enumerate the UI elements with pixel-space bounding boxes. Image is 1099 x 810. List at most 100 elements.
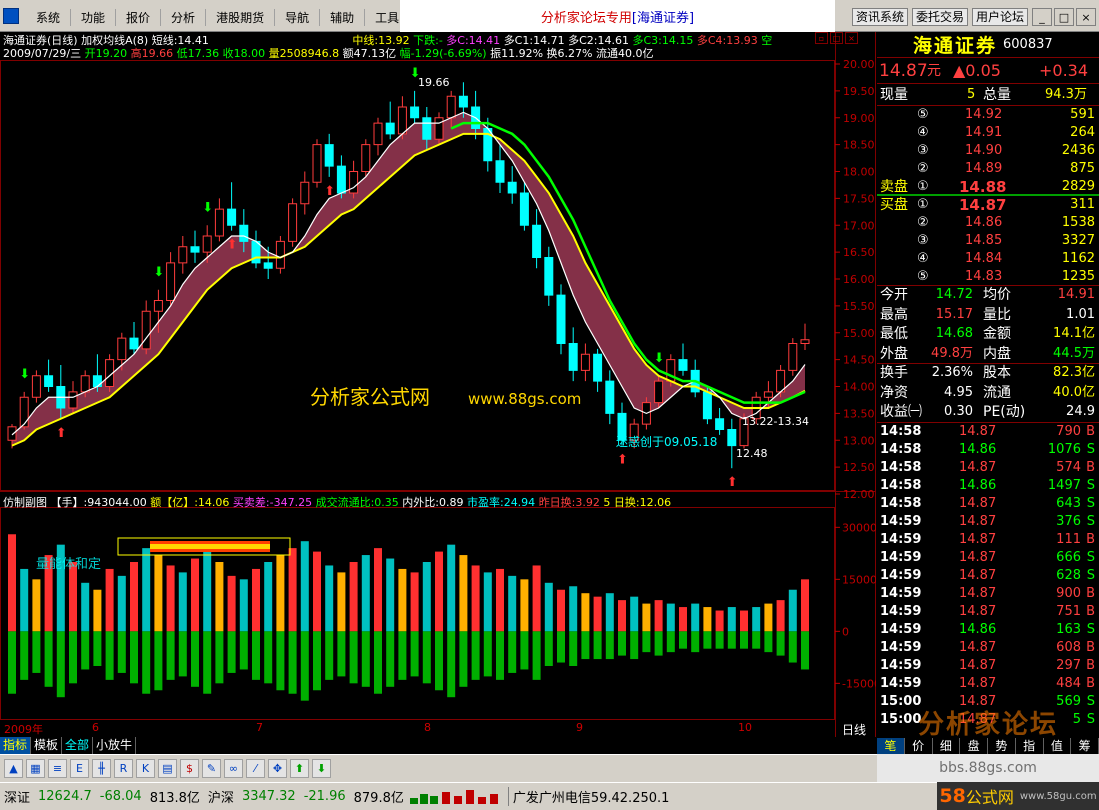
tab-all[interactable]: 全部 — [62, 737, 94, 754]
tab-xiaofangniu[interactable]: 小放牛 — [93, 737, 137, 754]
tick-volume: 900 — [1056, 585, 1081, 601]
panel-tab[interactable]: 价 — [904, 738, 933, 755]
app-icon[interactable] — [3, 8, 19, 24]
tick-time: 14:59 — [880, 675, 922, 691]
maximize-button[interactable]: □ — [1054, 8, 1074, 26]
tick-price: 14.86 — [959, 477, 997, 493]
draw-icon[interactable]: ⁄ — [246, 759, 265, 778]
volume-bar-neg — [130, 631, 138, 684]
tick-list[interactable]: 14:58 14.87 790 B 14:58 14.86 1076 S 14:58 14.87 5… — [877, 423, 1099, 729]
rsi-icon[interactable]: R — [114, 759, 133, 778]
sell-level-row[interactable]: ④ 14.91 264 — [877, 124, 1099, 142]
up-arrow-icon[interactable]: ⬆ — [290, 759, 309, 778]
grid-icon[interactable]: ▦ — [26, 759, 45, 778]
minimize-button[interactable]: _ — [1032, 8, 1052, 26]
list-icon[interactable]: ≡ — [48, 759, 67, 778]
sell-level-row[interactable]: ⑤ 14.92 591 — [877, 106, 1099, 124]
menu-system[interactable]: 系统 — [26, 9, 70, 26]
volume-bar-pos — [557, 589, 565, 632]
low-range-annotation: 13.22-13.34 — [742, 415, 809, 428]
forum-button[interactable]: 用户论坛 — [972, 8, 1029, 26]
sell-signal-arrow: ⬇ — [153, 265, 164, 280]
sell-volume: 2436 — [1061, 143, 1095, 158]
panel-tab[interactable]: 势 — [988, 738, 1016, 755]
menu-assist[interactable]: 辅助 — [319, 9, 364, 26]
news-icon[interactable]: E — [70, 759, 89, 778]
tick-row: 14:59 14.87 751 B — [877, 603, 1099, 621]
sub-tick-label: 0 — [842, 625, 849, 638]
quote-panel: 海通证券 600837 14.87 元 ▲0.05 +0.34 现量 5 总量 … — [877, 32, 1099, 755]
sell-signal-arrow: ⬇ — [654, 351, 665, 366]
sh-change: -21.96 — [303, 789, 346, 804]
kline-icon[interactable]: ╫ — [92, 759, 111, 778]
tick-time: 14:59 — [880, 603, 922, 619]
volume-bar-pos — [618, 600, 626, 632]
sell-level-row[interactable]: ③ 14.90 2436 — [877, 142, 1099, 160]
tab-template[interactable]: 模板 — [31, 737, 63, 754]
tick-side: S — [1086, 477, 1095, 493]
info-system-button[interactable]: 资讯系统 — [852, 8, 909, 26]
candle-body — [605, 380, 615, 414]
panel-tab[interactable]: 筹 — [1071, 738, 1099, 755]
panel-tab[interactable]: 笔 — [877, 738, 905, 755]
dollar-icon[interactable]: $ — [180, 759, 199, 778]
volume-bar-pos — [215, 562, 224, 632]
menu-function[interactable]: 功能 — [70, 9, 115, 26]
candle-body — [446, 95, 456, 119]
tick-time: 14:58 — [880, 441, 922, 457]
close-button[interactable]: × — [1076, 8, 1096, 26]
buy-level-row[interactable]: ④ 14.84 1162 — [877, 250, 1099, 268]
tab-indicator[interactable]: 指标 — [0, 737, 32, 754]
chart-max-icon[interactable]: □ — [830, 32, 843, 44]
menu-analysis[interactable]: 分析 — [160, 9, 205, 26]
kdj-icon[interactable]: K — [136, 759, 155, 778]
panel-tab[interactable]: 指 — [1015, 738, 1044, 755]
candle-body — [727, 429, 737, 447]
forum-url: bbs.88gs.com — [939, 760, 1037, 776]
price-tick-label: 15.50 — [843, 300, 875, 313]
chart-area[interactable]: 海通证券(日线) 加权均线A(8) 短线:14.41 中线:13.92 下跌:-… — [0, 32, 876, 737]
sell-price: 14.92 — [965, 107, 1003, 122]
price-tick-label: 16.00 — [843, 273, 875, 286]
chart-icon[interactable]: ▲ — [4, 759, 23, 778]
volume-bar-neg — [300, 631, 309, 701]
stat-value: 24.9 — [1066, 404, 1095, 419]
stat-label: 最低 — [880, 326, 908, 342]
menu-navigate[interactable]: 导航 — [274, 9, 319, 26]
volume-bar-pos — [508, 575, 517, 632]
move-icon[interactable]: ✥ — [268, 759, 287, 778]
pencil-icon[interactable]: ✎ — [202, 759, 221, 778]
chain-icon[interactable]: ∞ — [224, 759, 243, 778]
volume-bar-pos — [69, 562, 77, 632]
candle-body — [214, 208, 224, 237]
sell-level-row[interactable]: ② 14.89 875 — [877, 160, 1099, 178]
menu-quote[interactable]: 报价 — [115, 9, 160, 26]
sell-level-row[interactable]: 卖盘 ① 14.88 2829 — [877, 178, 1099, 196]
price-tick-label: 13.50 — [843, 407, 875, 420]
sh-amount: 879.8亿 — [353, 791, 404, 806]
tick-price: 14.86 — [959, 441, 997, 457]
buy-level-row[interactable]: ③ 14.85 3327 — [877, 232, 1099, 250]
table-icon[interactable]: ▤ — [158, 759, 177, 778]
buy-level-row[interactable]: ⑤ 14.83 1235 — [877, 268, 1099, 286]
trade-button[interactable]: 委托交易 — [912, 8, 969, 26]
panel-tab[interactable]: 值 — [1043, 738, 1072, 755]
tick-volume: 111 — [1056, 531, 1081, 547]
down-arrow-icon[interactable]: ⬇ — [312, 759, 331, 778]
kline-chart[interactable]: 20.00 19.50 19.00 18.50 18.00 17.50 17.00 16.50… — [0, 32, 876, 737]
volume-bar-pos — [410, 572, 419, 632]
buy-level-row[interactable]: 买盘 ① 14.87 311 — [877, 196, 1099, 214]
volume-bar-neg — [581, 631, 590, 660]
panel-tab[interactable]: 细 — [932, 738, 961, 755]
stat-label: 净资 — [880, 384, 908, 401]
stat-row: 最高 15.17 量比 1.01 — [877, 306, 1099, 326]
menu-hk-futures[interactable]: 港股期货 — [205, 9, 274, 26]
chart-close-icon[interactable]: × — [845, 32, 858, 44]
buy-level-row[interactable]: ② 14.86 1538 — [877, 214, 1099, 232]
panel-tab[interactable]: 盘 — [960, 738, 988, 755]
volume-bar-pos — [715, 610, 724, 632]
candle-body — [117, 337, 127, 361]
chart-restore-icon[interactable]: ▫ — [815, 32, 828, 44]
stat-label: PE(动) — [983, 404, 1026, 420]
sz-label: 深证 — [4, 791, 31, 806]
